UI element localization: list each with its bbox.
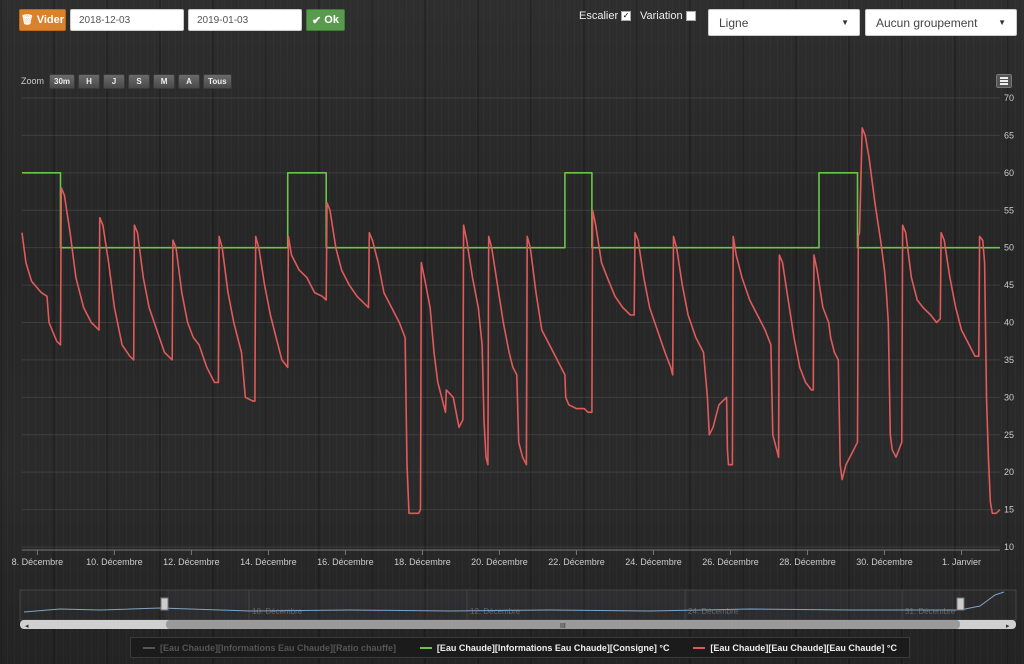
x-tick-label: 22. Décembre xyxy=(548,557,605,567)
x-tick-label: 28. Décembre xyxy=(779,557,836,567)
x-tick-label: 30. Décembre xyxy=(856,557,913,567)
y-tick-label: 20 xyxy=(1004,467,1014,477)
legend-label: [Eau Chaude][Eau Chaude][Eau Chaude] °C xyxy=(710,642,898,653)
y-tick-label: 30 xyxy=(1004,392,1014,402)
x-tick-label: 1. Janvier xyxy=(942,557,981,567)
x-tick-label: 16. Décembre xyxy=(317,557,374,567)
navigator[interactable]: 10. Décembre 12. Décembre 24. Décembre 3… xyxy=(19,589,1017,630)
y-tick-label: 10 xyxy=(1004,542,1014,552)
navigator-label: 24. Décembre xyxy=(688,607,739,616)
navigator-right-handle[interactable] xyxy=(956,597,965,611)
x-tick-label: 20. Décembre xyxy=(471,557,528,567)
navigator-left-handle[interactable] xyxy=(160,597,169,611)
y-tick-label: 25 xyxy=(1004,430,1014,440)
navigator-label: 31. Décembre xyxy=(905,607,956,616)
scroll-left-icon[interactable]: ◂ xyxy=(25,623,29,630)
chart-area: 10 15 20 25 30 35 40 45 50 55 60 65 70 8. Décembre 10.… xyxy=(12,93,1017,630)
y-tick-label: 40 xyxy=(1004,318,1014,328)
scrollbar-grip-icon: III xyxy=(560,623,566,630)
x-tick-label: 18. Décembre xyxy=(394,557,451,567)
x-tick-label: 12. Décembre xyxy=(163,557,220,567)
legend-label: [Eau Chaude][Informations Eau Chaude][Co… xyxy=(436,642,670,653)
navigator-label: 10. Décembre xyxy=(252,607,303,616)
legend-item-temperature[interactable]: [Eau Chaude][Eau Chaude][Eau Chaude] °C xyxy=(693,643,897,653)
legend: [Eau Chaude][Informations Eau Chaude][Ra… xyxy=(130,637,910,658)
legend-swatch xyxy=(693,646,706,649)
y-tick-label: 55 xyxy=(1004,205,1014,215)
x-tick-label: 24. Décembre xyxy=(625,557,682,567)
grid-lines xyxy=(22,97,1000,548)
legend-label: [Eau Chaude][Informations Eau Chaude][Ra… xyxy=(159,642,396,653)
x-tick-label: 26. Décembre xyxy=(702,557,759,567)
legend-swatch xyxy=(142,646,155,649)
y-tick-label: 70 xyxy=(1004,93,1014,103)
scroll-right-icon[interactable]: ▸ xyxy=(1006,623,1010,630)
series-line-temperature[interactable] xyxy=(21,127,1001,515)
y-tick-label: 35 xyxy=(1004,355,1014,365)
x-tick-label: 14. Décembre xyxy=(240,557,297,567)
legend-item-consigne[interactable]: [Eau Chaude][Informations Eau Chaude][Co… xyxy=(419,642,670,653)
chart-axes: 10 15 20 25 30 35 40 45 50 55 60 65 70 8. Décembre 10.… xyxy=(12,93,1014,567)
legend-item-ratio[interactable]: [Eau Chaude][Informations Eau Chaude][Ra… xyxy=(142,642,396,653)
legend-swatch xyxy=(419,646,432,649)
x-tick-label: 10. Décembre xyxy=(86,557,143,567)
chart-series xyxy=(21,127,1001,515)
navigator-label: 12. Décembre xyxy=(470,607,521,616)
y-tick-label: 45 xyxy=(1004,280,1014,290)
y-tick-label: 65 xyxy=(1004,130,1014,140)
y-tick-label: 60 xyxy=(1004,168,1014,178)
y-tick-label: 15 xyxy=(1004,505,1014,515)
x-tick-label: 8. Décembre xyxy=(12,557,64,567)
y-tick-label: 50 xyxy=(1004,243,1014,253)
